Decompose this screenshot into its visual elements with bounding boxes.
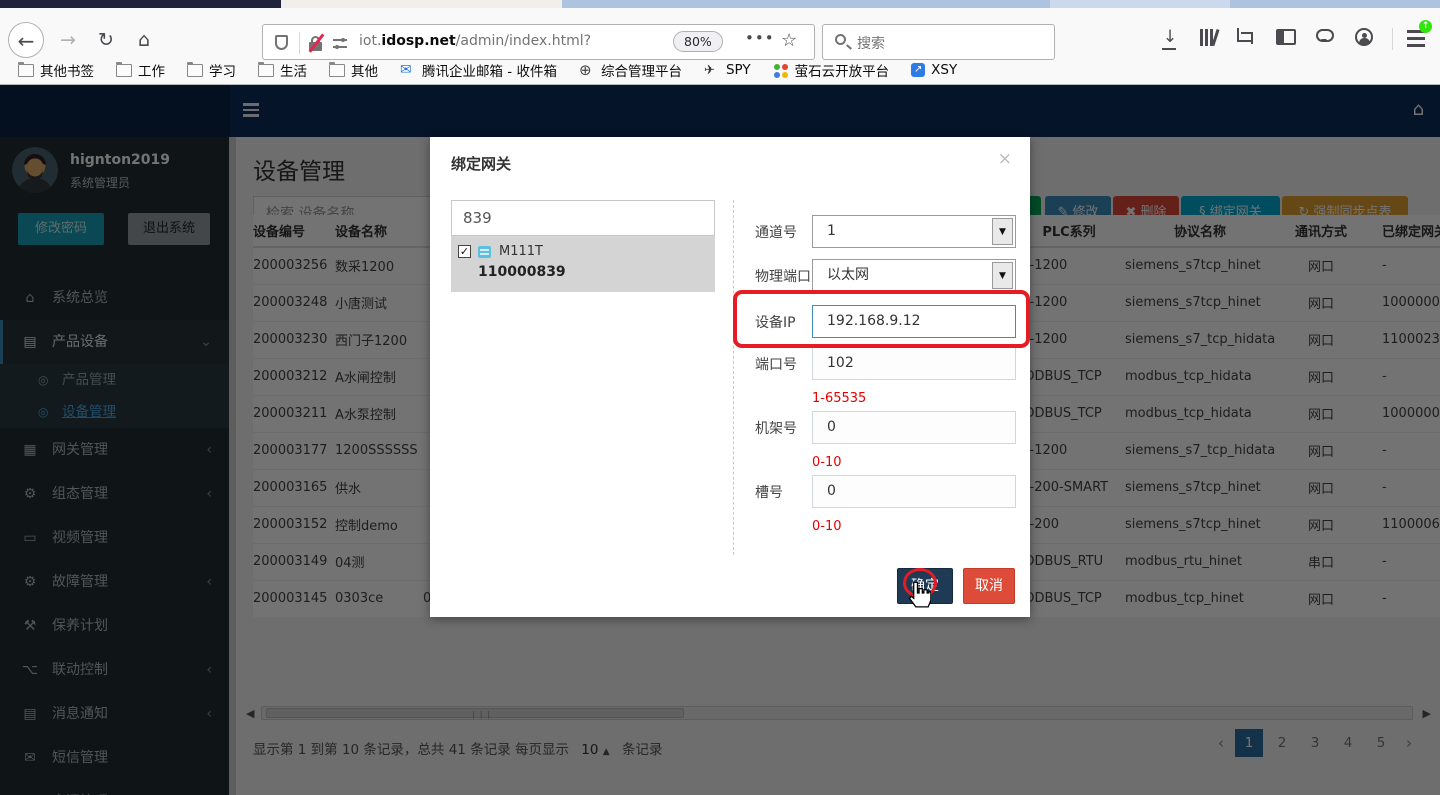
modal-divider xyxy=(733,200,734,555)
bookmark-item[interactable]: ↗ XSY xyxy=(911,62,957,78)
bookmark-label: 萤石云开放平台 xyxy=(795,60,890,80)
urlbar-divider xyxy=(299,32,300,54)
permissions-icon[interactable] xyxy=(333,37,347,49)
select-物理端口[interactable]: 以太网▼ xyxy=(812,259,1016,292)
bookmark-item[interactable]: 萤石云开放平台 xyxy=(773,60,890,80)
bookmark-label: 腾讯企业邮箱 - 收件箱 xyxy=(422,60,557,80)
dots-icon xyxy=(773,64,789,77)
gateway-search-input[interactable]: 839 xyxy=(451,200,715,236)
bookmark-label: 学习 xyxy=(209,60,236,80)
window-tab-strip xyxy=(0,0,1440,8)
bookmark-item[interactable]: ✈ SPY xyxy=(704,62,751,78)
field-label-通道号: 通道号 xyxy=(755,222,797,242)
field-hint: 0-10 xyxy=(812,455,842,470)
browser-chrome: ← → ↻ ⌂ iot.idosp.net/admin/index.html? … xyxy=(0,0,1440,85)
folder-icon xyxy=(116,64,132,77)
bookmark-label: 综合管理平台 xyxy=(601,60,682,80)
select-通道号[interactable]: 1▼ xyxy=(812,215,1016,248)
field-label-物理端口: 物理端口 xyxy=(755,266,811,286)
back-button[interactable]: ← xyxy=(8,22,44,58)
bind-gateway-modal: 绑定网关 × 839 ✓ M111T 110000839 通道号 1▼物理端口以太… xyxy=(430,137,1030,617)
input-机架号[interactable]: 0 xyxy=(812,411,1016,444)
insecure-lock-icon[interactable] xyxy=(308,34,324,52)
field-hint: 1-65535 xyxy=(812,391,866,406)
bookmarks-bar: 其他书签 工作 学习 生活 其他 ✉ 腾讯企业邮箱 - 收件箱 ⊕ 综合管理平台 ✈ SPY 萤石云开… xyxy=(0,55,1440,85)
field-label-端口号: 端口号 xyxy=(755,354,797,374)
field-label-槽号: 槽号 xyxy=(755,482,783,502)
update-badge: ↑ xyxy=(1419,20,1432,33)
gateway-id: 110000839 xyxy=(478,264,566,280)
browser-toolbar: ← → ↻ ⌂ iot.idosp.net/admin/index.html? … xyxy=(0,8,1440,55)
page-actions-icon[interactable]: ••• xyxy=(745,29,775,47)
bookmark-label: XSY xyxy=(931,62,957,78)
bookmark-star-icon[interactable]: ☆ xyxy=(781,30,797,51)
mouse-cursor-icon xyxy=(905,579,931,609)
bookmark-label: 生活 xyxy=(280,60,307,80)
reload-button[interactable]: ↻ xyxy=(90,22,122,58)
chat-icon[interactable] xyxy=(1316,29,1334,42)
gateway-name: M111T xyxy=(499,244,543,259)
dropdown-arrow-icon[interactable]: ▼ xyxy=(992,218,1013,245)
gateway-icon xyxy=(478,246,491,258)
url-text[interactable]: iot.idosp.net/admin/index.html? xyxy=(359,33,591,49)
account-icon[interactable] xyxy=(1355,28,1373,46)
search-icon xyxy=(835,34,846,45)
bookmark-item[interactable]: 其他书签 xyxy=(18,60,94,80)
toolbar-divider xyxy=(1392,28,1393,50)
xsy-icon: ↗ xyxy=(911,63,925,77)
modal-title: 绑定网关 xyxy=(451,153,511,174)
field-hint: 0-10 xyxy=(812,519,842,534)
folder-icon xyxy=(187,64,203,77)
gateway-list-item[interactable]: ✓ M111T 110000839 xyxy=(451,236,715,292)
forward-button[interactable]: → xyxy=(52,22,84,58)
hamburger-menu-icon[interactable]: ↑ xyxy=(1405,28,1429,48)
bookmark-label: 其他 xyxy=(351,60,378,80)
library-icon[interactable] xyxy=(1195,26,1221,52)
search-placeholder: 搜索 xyxy=(857,33,885,53)
tracking-shield-icon[interactable] xyxy=(275,35,288,50)
screenshot-icon[interactable] xyxy=(1233,26,1259,52)
cancel-button[interactable]: 取消 xyxy=(963,568,1015,604)
browser-home-button[interactable]: ⌂ xyxy=(128,22,160,58)
bookmark-item[interactable]: 学习 xyxy=(187,60,236,80)
titlebar-blue-segment xyxy=(562,0,1440,8)
bookmark-item[interactable]: ✉ 腾讯企业邮箱 - 收件箱 xyxy=(400,60,557,80)
folder-icon xyxy=(258,64,274,77)
zoom-level-badge[interactable]: 80% xyxy=(673,31,723,52)
globe-icon: ⊕ xyxy=(579,64,595,77)
titlebar-light-segment xyxy=(1050,0,1230,8)
webpage: ⌂ hignton2019 系统管理员 修改密码 退出系统 ⌂系统总览▤产品设备… xyxy=(0,85,1440,795)
dropdown-arrow-icon[interactable]: ▼ xyxy=(992,262,1013,289)
annotation-highlight-rect xyxy=(733,290,1030,348)
bookmark-item[interactable]: ⊕ 综合管理平台 xyxy=(579,60,682,80)
plane-icon: ✈ xyxy=(704,64,720,77)
bookmark-item[interactable]: 生活 xyxy=(258,60,307,80)
folder-icon xyxy=(18,64,34,77)
tencent-icon: ✉ xyxy=(400,64,416,77)
input-端口号[interactable]: 102 xyxy=(812,347,1016,380)
sidebar-toggle-icon[interactable] xyxy=(1276,29,1296,45)
bookmark-item[interactable]: 其他 xyxy=(329,60,378,80)
bookmark-item[interactable]: 工作 xyxy=(116,60,165,80)
input-槽号[interactable]: 0 xyxy=(812,475,1016,508)
bookmark-label: SPY xyxy=(726,62,751,78)
field-label-机架号: 机架号 xyxy=(755,418,797,438)
folder-icon xyxy=(329,64,345,77)
bookmark-label: 工作 xyxy=(138,60,165,80)
downloads-icon[interactable]: ↓ xyxy=(1157,26,1183,52)
checkbox-checked-icon[interactable]: ✓ xyxy=(458,245,471,258)
close-icon[interactable]: × xyxy=(998,149,1012,169)
titlebar-dark-segment xyxy=(0,0,281,8)
bookmark-label: 其他书签 xyxy=(40,60,94,80)
